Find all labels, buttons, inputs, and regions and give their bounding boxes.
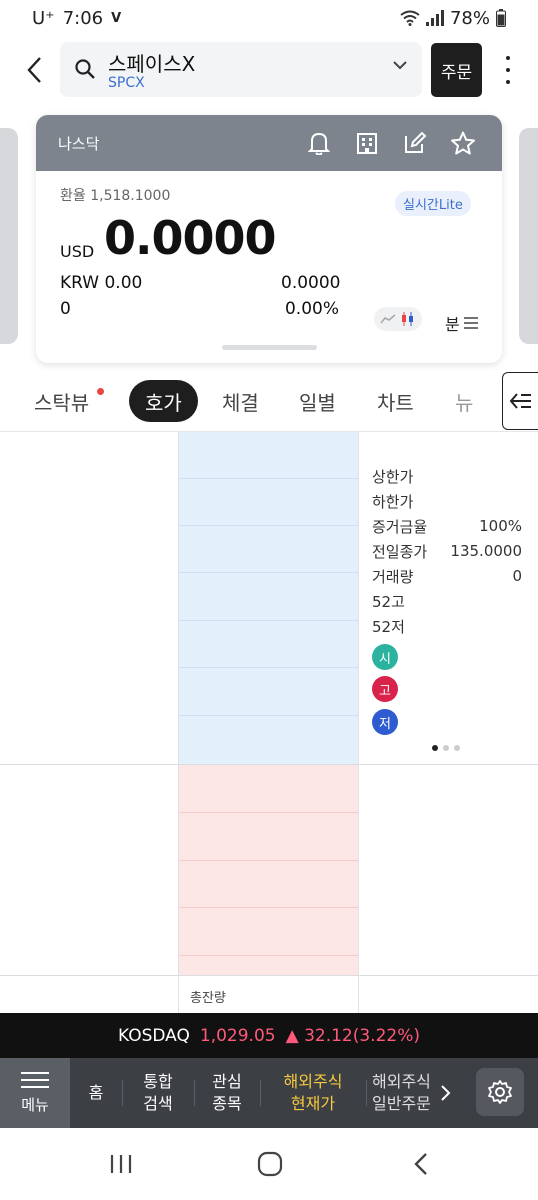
prev-card-peek[interactable] [0, 128, 18, 344]
system-nav-bar [0, 1128, 538, 1200]
index-ticker[interactable]: KOSDAQ 1,029.05 ▲ 32.12(3.22%) [0, 1013, 538, 1058]
index-change: ▲ 32.12(3.22%) [285, 1025, 421, 1046]
chart-type-toggle[interactable] [374, 307, 422, 331]
tab-stockview[interactable]: 스탁뷰 [34, 380, 89, 422]
home-button[interactable] [254, 1148, 286, 1180]
hamburger-icon [21, 1071, 49, 1088]
search-icon [75, 59, 95, 79]
interval-label: 분 [445, 315, 460, 334]
info-52w-low: 52저 [372, 617, 405, 636]
bell-icon[interactable] [306, 129, 332, 157]
order-button[interactable]: 주문 [431, 43, 482, 97]
chevron-right-icon[interactable] [440, 1084, 452, 1102]
chevron-left-icon [27, 57, 41, 83]
tab-trades[interactable]: 체결 [222, 380, 259, 422]
more-options-icon[interactable] [496, 52, 520, 88]
signal-icon [425, 10, 444, 26]
index-value: 1,029.05 [199, 1025, 276, 1046]
high-price-badge: 고 [372, 676, 398, 702]
open-price-badge: 시 [372, 644, 398, 670]
nav-overseas-quote[interactable]: 해외주식 현재가 [268, 1058, 358, 1128]
back-chevron-icon [414, 1153, 427, 1175]
price-currency: USD [60, 242, 95, 261]
settings-button[interactable] [476, 1068, 524, 1116]
list-icon [463, 317, 478, 329]
tab-menu-button[interactable] [502, 372, 538, 430]
header: 스페이스X SPCX 주문 [0, 42, 538, 98]
tab-bar: 스탁뷰 호가 체결 일별 차트 뉴 [0, 372, 538, 430]
carrier: U⁺ [32, 7, 55, 29]
recents-button[interactable] [106, 1148, 136, 1180]
bottom-nav: 메뉴 홈 통합 검색 관심 종목 해외주식 현재가 해외주식 일반주문 [0, 1058, 538, 1128]
info-lower-limit: 하한가 [372, 492, 414, 511]
interval-selector[interactable]: 분 [445, 311, 478, 335]
next-card-peek[interactable] [519, 128, 538, 344]
realtime-badge[interactable]: 실시간Lite [395, 191, 471, 216]
nav-integrated-search[interactable]: 통합 검색 [130, 1058, 186, 1128]
order-book: 상한가 하한가 증거금율 100% 전일종가 135.0000 거래량 0 52고 5… [0, 431, 538, 1014]
stock-code: SPCX [108, 75, 145, 91]
gear-icon [488, 1080, 512, 1104]
stock-search-box[interactable]: 스페이스X SPCX [60, 42, 422, 97]
tab-daily[interactable]: 일별 [299, 380, 336, 422]
tab-orderbook[interactable]: 호가 [129, 380, 198, 422]
line-chart-icon [380, 314, 396, 324]
star-icon[interactable] [450, 129, 476, 157]
info-upper-limit: 상한가 [372, 467, 414, 486]
nav-overseas-order[interactable]: 해외주식 일반주문 [372, 1058, 438, 1128]
krw-change: 0.0000 [281, 273, 341, 293]
quote-card: 나스닥 환율 1,518.1000 실시간Lite USD 0.0000 KRW… [36, 115, 502, 363]
building-icon[interactable] [354, 129, 380, 157]
battery-icon [496, 9, 506, 27]
info-52w-high: 52고 [372, 592, 405, 611]
chevron-down-icon[interactable] [392, 60, 408, 70]
edit-icon[interactable] [402, 129, 428, 157]
tab-chart[interactable]: 차트 [377, 380, 414, 422]
system-back-button[interactable] [406, 1148, 436, 1180]
low-price-badge: 저 [372, 709, 398, 735]
ask-column [179, 432, 358, 764]
quote-card-header: 나스닥 [36, 115, 502, 171]
wifi-icon [400, 10, 420, 26]
tab-news[interactable]: 뉴 [455, 380, 473, 422]
price-change: 0 [60, 299, 71, 319]
index-name: KOSDAQ [117, 1025, 190, 1046]
info-margin-rate: 증거금율 100% [372, 517, 522, 536]
status-bar: U⁺ 7:06 V 78% [0, 0, 538, 36]
total-remaining-label: 총잔량 [190, 991, 226, 1006]
volte-icon: V [111, 10, 122, 26]
candle-chart-icon [402, 312, 413, 326]
battery-level: 78% [449, 7, 490, 29]
krw-price: KRW 0.00 [60, 273, 143, 293]
info-volume: 거래량 0 [372, 567, 522, 586]
current-price: 0.0000 [104, 211, 277, 265]
card-drag-handle[interactable] [222, 345, 317, 350]
page-indicator[interactable] [432, 745, 460, 751]
market-name: 나스닥 [58, 135, 100, 153]
price-change-pct: 0.00% [284, 299, 339, 319]
menu-button[interactable]: 메뉴 [0, 1058, 70, 1128]
arrow-left-menu-icon [509, 393, 531, 409]
back-button[interactable] [16, 50, 52, 90]
nav-watchlist[interactable]: 관심 종목 [202, 1058, 252, 1128]
bid-column [179, 765, 358, 975]
recents-icon [110, 1155, 132, 1173]
stock-name: 스페이스X [108, 52, 196, 76]
info-prev-close: 전일종가 135.0000 [372, 542, 522, 561]
exchange-rate: 환율 1,518.1000 [60, 188, 171, 204]
nav-home[interactable]: 홈 [78, 1058, 114, 1128]
clock: 7:06 [62, 7, 104, 29]
home-circle-icon [257, 1151, 283, 1177]
menu-label: 메뉴 [21, 1095, 49, 1114]
new-badge-dot [97, 388, 104, 395]
